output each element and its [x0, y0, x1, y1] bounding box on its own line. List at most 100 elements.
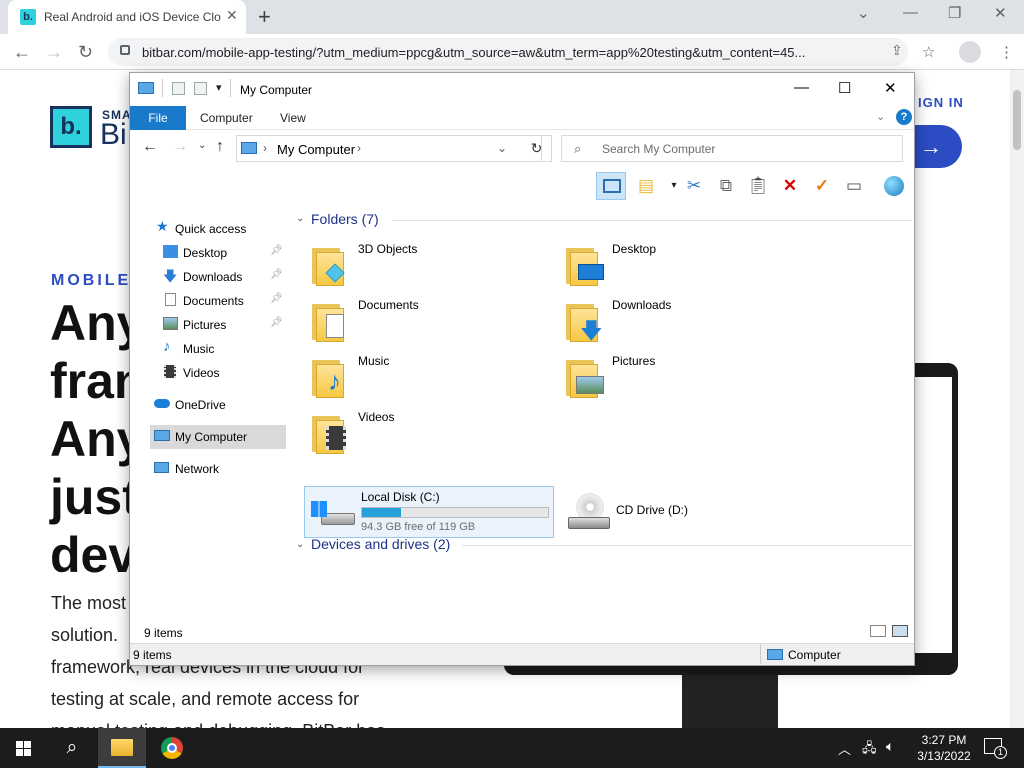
share-icon[interactable]: ⇪: [891, 42, 903, 59]
nav-music[interactable]: ♪ Music: [130, 337, 288, 361]
bitbar-logo[interactable]: b.: [50, 106, 92, 148]
chevron-down-icon[interactable]: ⌄: [497, 141, 507, 155]
tab-search-icon[interactable]: ⌄: [857, 4, 870, 22]
reload-icon[interactable]: ↻: [78, 42, 93, 63]
folder-icon: [566, 242, 604, 286]
explorer-titlebar: ▾ My Computer — ☐ ✕: [130, 73, 914, 105]
folder-name: Pictures: [612, 354, 656, 368]
pin-icon[interactable]: 📌︎: [270, 317, 283, 328]
cut-icon[interactable]: ✂: [682, 174, 706, 198]
date-text: 3/13/2022: [917, 749, 971, 763]
check-icon[interactable]: ✓: [810, 174, 834, 198]
drives-heading[interactable]: Devices and drives (2): [311, 536, 450, 552]
bookmark-star-icon[interactable]: ☆: [922, 43, 935, 61]
file-explorer-taskbar-button[interactable]: [98, 728, 146, 768]
preview-pane-icon[interactable]: [596, 172, 626, 200]
drive-usage-bar: [361, 507, 549, 518]
folder-3d-objects[interactable]: 3D Objects: [312, 238, 562, 292]
tab-view[interactable]: View: [280, 111, 306, 125]
folder-downloads[interactable]: 🡇 Downloads: [566, 294, 816, 348]
breadcrumb[interactable]: My Computer: [277, 142, 355, 157]
folder-documents[interactable]: Documents: [312, 294, 562, 348]
help-icon[interactable]: ?: [896, 109, 912, 125]
maximize-button[interactable]: ☐: [838, 79, 851, 97]
tab-computer[interactable]: Computer: [200, 111, 253, 125]
hard-drive-icon: [309, 499, 355, 529]
minimize-button[interactable]: —: [903, 4, 918, 21]
drive-d[interactable]: CD Drive (D:): [562, 491, 812, 539]
browser-toolbar: ← → ↻ bitbar.com/mobile-app-testing/?utm…: [0, 34, 1024, 70]
notification-icon[interactable]: 1: [984, 738, 1007, 759]
pin-icon[interactable]: 📌︎: [270, 245, 283, 256]
new-folder-icon[interactable]: [194, 82, 207, 95]
properties-icon[interactable]: [172, 82, 185, 95]
nav-downloads[interactable]: 🡇 Downloads 📌︎: [130, 265, 288, 289]
explorer-address-bar[interactable]: › My Computer › ⌄: [236, 135, 542, 162]
close-tab-icon[interactable]: ✕: [226, 7, 238, 24]
nav-documents[interactable]: Documents 📌︎: [130, 289, 288, 313]
restore-button[interactable]: ❐: [948, 4, 961, 22]
tab-file[interactable]: File: [130, 106, 186, 130]
drive-usage-fill: [362, 508, 402, 517]
page-scrollbar[interactable]: [1010, 70, 1024, 728]
paste-icon[interactable]: 📋︎: [746, 174, 770, 198]
drive-name: CD Drive (D:): [616, 503, 688, 517]
search-input[interactable]: ⌕ Search My Computer: [561, 135, 903, 162]
collapse-icon[interactable]: ⌄: [296, 213, 304, 224]
nav-videos[interactable]: Videos: [130, 361, 288, 385]
nav-pictures[interactable]: Pictures 📌︎: [130, 313, 288, 337]
nav-network[interactable]: Network: [130, 457, 288, 481]
nav-label: My Computer: [175, 430, 248, 444]
nav-quick-access[interactable]: ★ Quick access: [130, 217, 288, 241]
nav-my-computer[interactable]: My Computer: [150, 425, 286, 449]
start-button[interactable]: [0, 728, 48, 768]
large-icons-view-icon[interactable]: [892, 625, 908, 637]
chevron-right-icon[interactable]: ›: [357, 141, 361, 155]
search-icon[interactable]: ⌕: [48, 728, 96, 768]
folder-desktop[interactable]: Desktop: [566, 238, 816, 292]
folders-heading[interactable]: Folders (7): [311, 211, 379, 227]
refresh-button[interactable]: ↻: [522, 135, 552, 162]
show-hidden-icons-icon[interactable]: ︿: [838, 739, 851, 758]
sign-in-link[interactable]: IGN IN: [918, 95, 964, 110]
up-icon[interactable]: ↑: [216, 138, 224, 156]
profile-avatar[interactable]: [959, 41, 981, 63]
drive-c[interactable]: Local Disk (C:) 94.3 GB free of 119 GB: [304, 486, 554, 538]
close-button[interactable]: ✕: [884, 79, 897, 97]
properties-icon[interactable]: ▤: [634, 174, 658, 198]
network-icon[interactable]: 🖧︎: [862, 739, 877, 761]
nav-desktop[interactable]: Desktop 📌︎: [130, 241, 288, 265]
clock[interactable]: 3:27 PM 3/13/2022: [914, 732, 974, 764]
pin-icon[interactable]: 📌︎: [270, 269, 283, 280]
rename-icon[interactable]: ▭: [842, 174, 866, 198]
expand-ribbon-icon[interactable]: ⌄: [876, 110, 885, 123]
browser-tab[interactable]: b. Real Android and iOS Device Clo ✕: [8, 0, 246, 34]
address-bar[interactable]: bitbar.com/mobile-app-testing/?utm_mediu…: [108, 38, 908, 66]
content-pane: ⌄ Folders (7) 3D Objects Desktop Documen…: [292, 206, 912, 626]
minimize-button[interactable]: —: [794, 79, 809, 96]
globe-icon[interactable]: [882, 174, 906, 198]
menu-icon[interactable]: ⋮: [999, 43, 1014, 61]
forward-icon[interactable]: →: [45, 42, 63, 63]
volume-icon[interactable]: 🔈︎: [886, 738, 894, 755]
new-tab-button[interactable]: +: [258, 4, 271, 30]
collapse-icon[interactable]: ⌄: [296, 539, 304, 550]
copy-icon[interactable]: ⧉: [714, 174, 738, 198]
back-icon[interactable]: ←: [13, 42, 31, 63]
delete-icon[interactable]: ✕: [778, 174, 802, 198]
close-window-button[interactable]: ✕: [994, 4, 1007, 22]
chrome-taskbar-button[interactable]: [148, 728, 196, 768]
folder-pictures[interactable]: Pictures: [566, 350, 816, 404]
nav-onedrive[interactable]: OneDrive: [130, 393, 288, 417]
chevron-right-icon[interactable]: ›: [263, 141, 267, 155]
details-view-icon[interactable]: [870, 625, 886, 637]
scrollbar-thumb[interactable]: [1013, 90, 1021, 150]
customize-qat-icon[interactable]: ▾: [216, 81, 222, 94]
pin-icon[interactable]: 📌︎: [270, 293, 283, 304]
folder-music[interactable]: ♪ Music: [312, 350, 562, 404]
forward-icon[interactable]: →: [172, 138, 188, 156]
back-icon[interactable]: ←: [142, 138, 158, 156]
recent-locations-icon[interactable]: ⌄: [198, 140, 206, 151]
folder-videos[interactable]: Videos: [312, 406, 562, 460]
nav-label: Quick access: [175, 222, 247, 236]
